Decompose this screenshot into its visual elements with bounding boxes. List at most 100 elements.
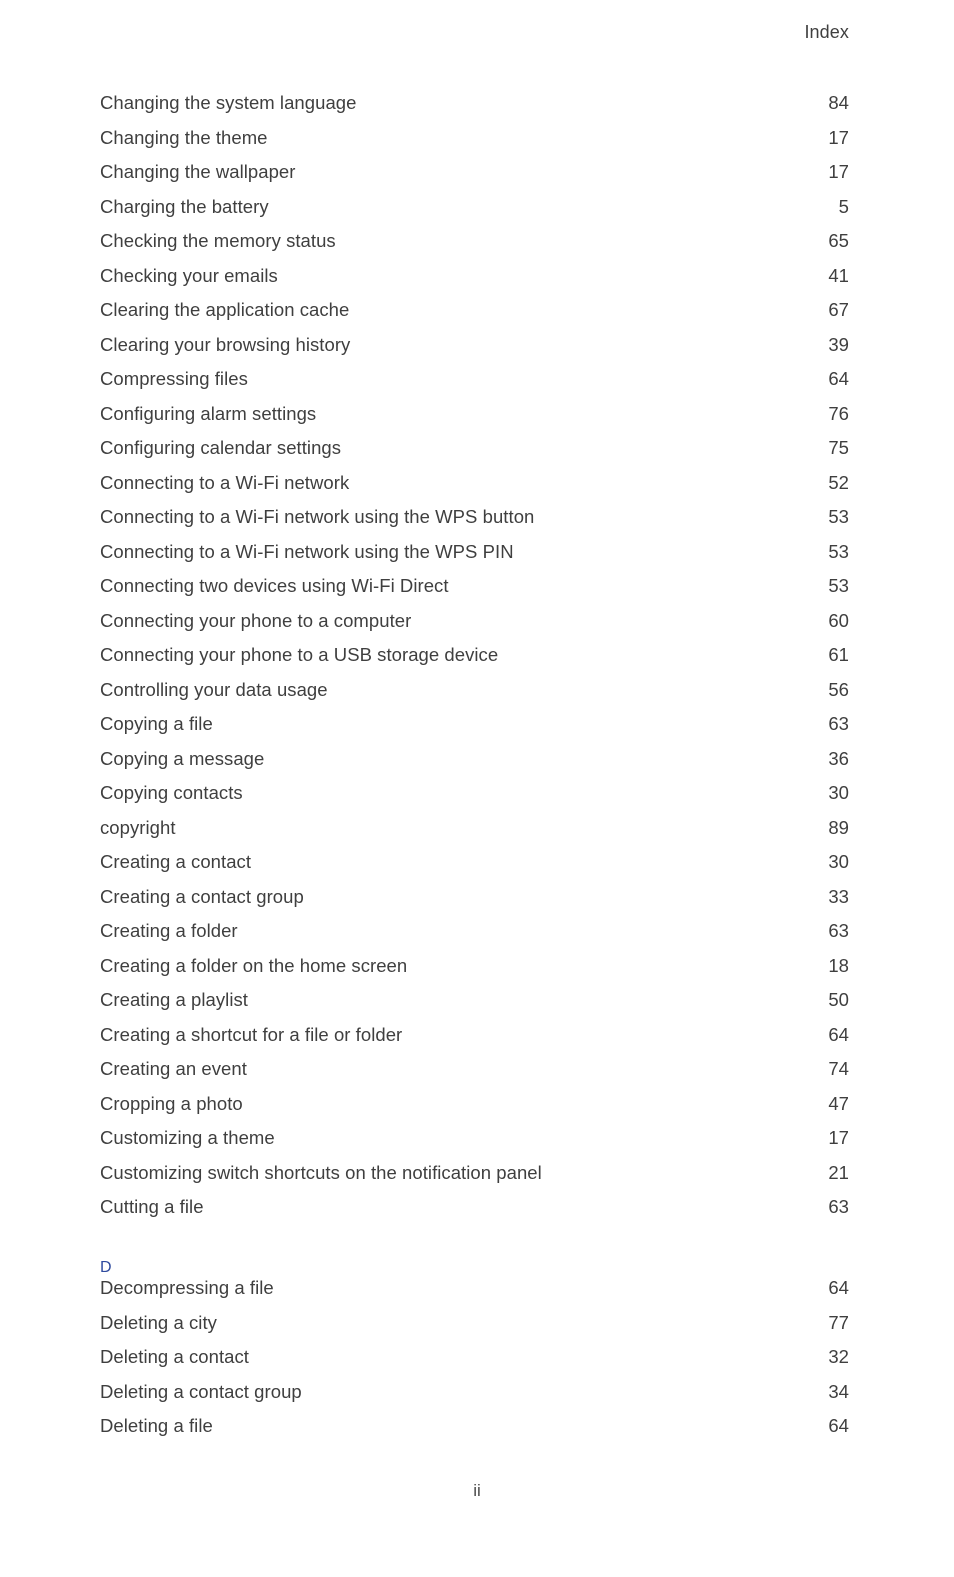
index-entry-page-number: 63 (828, 1196, 849, 1217)
index-entry-row[interactable]: Clearing your browsing history 39 (100, 334, 849, 369)
index-entry-page-number: 64 (828, 368, 849, 389)
index-entry-row[interactable]: Clearing the application cache 67 (100, 299, 849, 334)
index-entry-page-number: 74 (828, 1058, 849, 1079)
index-entry-page-number: 52 (828, 471, 849, 493)
index-entry-row[interactable]: Compressing files 64 (100, 368, 849, 403)
index-entry-title: Copying contacts (100, 782, 243, 803)
index-entry-page-number: 63 (828, 713, 849, 734)
index-entry-title: Creating a folder (100, 920, 238, 941)
index-entry-page-number: 17 (828, 161, 849, 182)
index-entry-row[interactable]: Creating an event 74 (100, 1058, 849, 1093)
index-entry-row[interactable]: Checking the memory status 65 (100, 230, 849, 265)
index-entry-page-number: 53 (828, 540, 849, 562)
index-entry-title: Configuring alarm settings (100, 402, 317, 424)
index-entry-page-number: 89 (828, 816, 849, 838)
index-entry-page-number: 39 (828, 333, 849, 355)
index-page: Index Changing the system language 84 Chan… (0, 0, 954, 1577)
index-entry-title: Clearing the application cache (100, 299, 350, 320)
index-section-heading: D (100, 1231, 849, 1278)
index-entry-row[interactable]: Connecting your phone to a USB storage d… (100, 644, 849, 679)
index-entry-row[interactable]: Configuring calendar settings 75 (100, 437, 849, 472)
index-entry-page-number: 18 (828, 954, 849, 976)
index-entry-page-number: 5 (838, 195, 849, 217)
index-entry-title: Connecting two devices using Wi-Fi Direc… (100, 575, 449, 596)
index-entry-row[interactable]: Deleting a file 64 (100, 1415, 849, 1450)
index-entry-row[interactable]: Creating a folder 63 (100, 920, 849, 955)
index-entry-row[interactable]: Customizing a theme 17 (100, 1127, 849, 1162)
index-entry-row[interactable]: Decompressing a file 64 (100, 1277, 849, 1312)
index-entry-row[interactable]: Deleting a city 77 (100, 1312, 849, 1347)
index-entry-title: Creating a contact (100, 851, 252, 872)
index-entry-row[interactable]: Cropping a photo 47 (100, 1093, 849, 1128)
index-entry-row[interactable]: Creating a contact 30 (100, 851, 849, 886)
index-entry-title: Changing the system language (100, 92, 357, 113)
index-entry-title: Clearing your browsing history (100, 333, 351, 355)
index-entry-row[interactable]: Deleting a contact 32 (100, 1346, 849, 1381)
index-entry-page-number: 76 (828, 402, 849, 424)
index-entry-page-number: 41 (828, 264, 849, 286)
index-entry-page-number: 63 (828, 920, 849, 941)
index-entry-row[interactable]: Deleting a contact group 34 (100, 1381, 849, 1416)
index-entry-title: Cutting a file (100, 1196, 204, 1217)
index-entry-page-number: 77 (828, 1311, 849, 1333)
index-entry-title: Checking your emails (100, 264, 278, 286)
index-entry-title: Controlling your data usage (100, 678, 328, 700)
running-head: Index (804, 22, 849, 42)
index-entry-row[interactable]: Cutting a file 63 (100, 1196, 849, 1231)
index-entry-page-number: 30 (828, 851, 849, 872)
index-entry-row[interactable]: Customizing switch shortcuts on the noti… (100, 1162, 849, 1197)
index-entry-title: Compressing files (100, 368, 248, 389)
index-entry-row[interactable]: Connecting two devices using Wi-Fi Direc… (100, 575, 849, 610)
index-entry-page-number: 34 (828, 1380, 849, 1402)
index-entry-page-number: 61 (828, 644, 849, 665)
index-entry-page-number: 64 (828, 1277, 849, 1298)
index-entry-row[interactable]: Configuring alarm settings 76 (100, 403, 849, 438)
index-entry-row[interactable]: Creating a playlist 50 (100, 989, 849, 1024)
index-entry-row[interactable]: Controlling your data usage 56 (100, 679, 849, 714)
index-entry-title: Creating a folder on the home screen (100, 954, 408, 976)
index-entry-title: Configuring calendar settings (100, 437, 342, 458)
index-entry-page-number: 60 (828, 609, 849, 631)
page-folio: ii (473, 1481, 481, 1500)
index-entry-page-number: 75 (828, 437, 849, 458)
index-entry-title: Cropping a photo (100, 1092, 243, 1114)
index-entry-row[interactable]: Creating a contact group 33 (100, 886, 849, 921)
index-entry-title: copyright (100, 816, 176, 838)
index-entry-title: Deleting a city (100, 1311, 217, 1333)
index-entry-title: Charging the battery (100, 195, 269, 217)
index-entry-row[interactable]: copyright 89 (100, 817, 849, 852)
index-entry-title: Connecting to a Wi-Fi network using the … (100, 540, 514, 562)
index-entry-title: Creating a contact group (100, 885, 304, 907)
index-entry-title: Creating an event (100, 1058, 247, 1079)
index-entry-row[interactable]: Connecting your phone to a computer 60 (100, 610, 849, 645)
index-entry-title: Connecting to a Wi-Fi network (100, 471, 350, 493)
index-entry-row[interactable]: Creating a folder on the home screen 18 (100, 955, 849, 990)
index-entry-row[interactable]: Copying a file 63 (100, 713, 849, 748)
index-entry-row[interactable]: Copying a message 36 (100, 748, 849, 783)
index-entry-row[interactable]: Checking your emails 41 (100, 265, 849, 300)
index-entry-title: Deleting a file (100, 1415, 213, 1436)
index-entry-page-number: 64 (828, 1023, 849, 1045)
index-entry-row[interactable]: Changing the theme 17 (100, 127, 849, 162)
index-entry-page-number: 56 (828, 678, 849, 700)
index-entry-page-number: 32 (828, 1346, 849, 1367)
index-entry-title: Connecting your phone to a USB storage d… (100, 644, 499, 665)
index-entry-row[interactable]: Connecting to a Wi-Fi network 52 (100, 472, 849, 507)
index-entry-title: Copying a file (100, 713, 213, 734)
index-entry-title: Copying a message (100, 747, 265, 769)
index-entry-row[interactable]: Changing the wallpaper 17 (100, 161, 849, 196)
index-entry-row[interactable]: Connecting to a Wi-Fi network using the … (100, 506, 849, 541)
index-entry-page-number: 53 (828, 506, 849, 527)
index-entry-row[interactable]: Changing the system language 84 (100, 92, 849, 127)
index-entry-page-number: 64 (828, 1415, 849, 1436)
index-entry-title: Changing the wallpaper (100, 161, 296, 182)
index-entry-title: Changing the theme (100, 126, 268, 148)
index-entry-row[interactable]: Charging the battery 5 (100, 196, 849, 231)
index-entry-row[interactable]: Creating a shortcut for a file or folder… (100, 1024, 849, 1059)
index-entry-page-number: 67 (828, 299, 849, 320)
index-entry-title: Checking the memory status (100, 230, 336, 251)
index-entry-row[interactable]: Copying contacts 30 (100, 782, 849, 817)
index-entry-row[interactable]: Connecting to a Wi-Fi network using the … (100, 541, 849, 576)
index-entry-page-number: 30 (828, 782, 849, 803)
index-entry-page-number: 47 (828, 1092, 849, 1114)
